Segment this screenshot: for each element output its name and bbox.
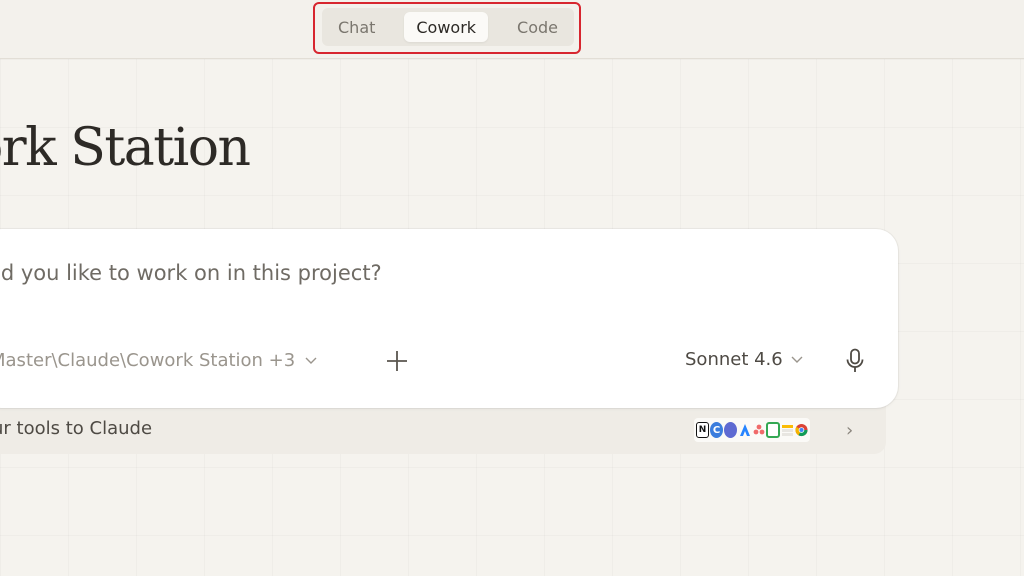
model-selector[interactable]: Sonnet 4.6 (685, 349, 803, 370)
chevron-down-icon (791, 353, 803, 367)
asana-icon (752, 422, 765, 438)
prompt-input[interactable]: ld you like to work on in this project? (0, 261, 382, 285)
project-title: ork Station (0, 118, 251, 178)
cowork-page: Chat Cowork Code ork Station ur tools to… (0, 0, 1024, 576)
microphone-icon (846, 348, 864, 372)
connected-tools-icons[interactable]: N C (694, 418, 810, 442)
prompt-composer (0, 229, 898, 408)
notion-icon: N (696, 422, 709, 438)
plus-icon (387, 351, 407, 371)
mode-switcher-highlight-box (313, 2, 581, 54)
canva-icon: C (710, 422, 723, 438)
top-bar: Chat Cowork Code (0, 0, 1024, 59)
connect-tools-label: ur tools to Claude (0, 418, 153, 439)
drive-icon (781, 422, 794, 438)
atlassian-icon (738, 422, 751, 438)
chevron-right-icon[interactable]: › (846, 420, 853, 441)
chevron-down-icon (305, 354, 317, 368)
model-label: Sonnet 4.6 (685, 349, 783, 370)
chrome-icon (795, 422, 808, 438)
folder-path-label: Master\Claude\Cowork Station +3 (0, 350, 296, 371)
voice-input-button[interactable] (843, 346, 867, 376)
project-folder-selector[interactable]: Master\Claude\Cowork Station +3 (0, 350, 317, 371)
add-attachment-button[interactable] (383, 345, 411, 377)
linear-icon (724, 422, 737, 438)
google-calendar-icon (766, 422, 780, 438)
